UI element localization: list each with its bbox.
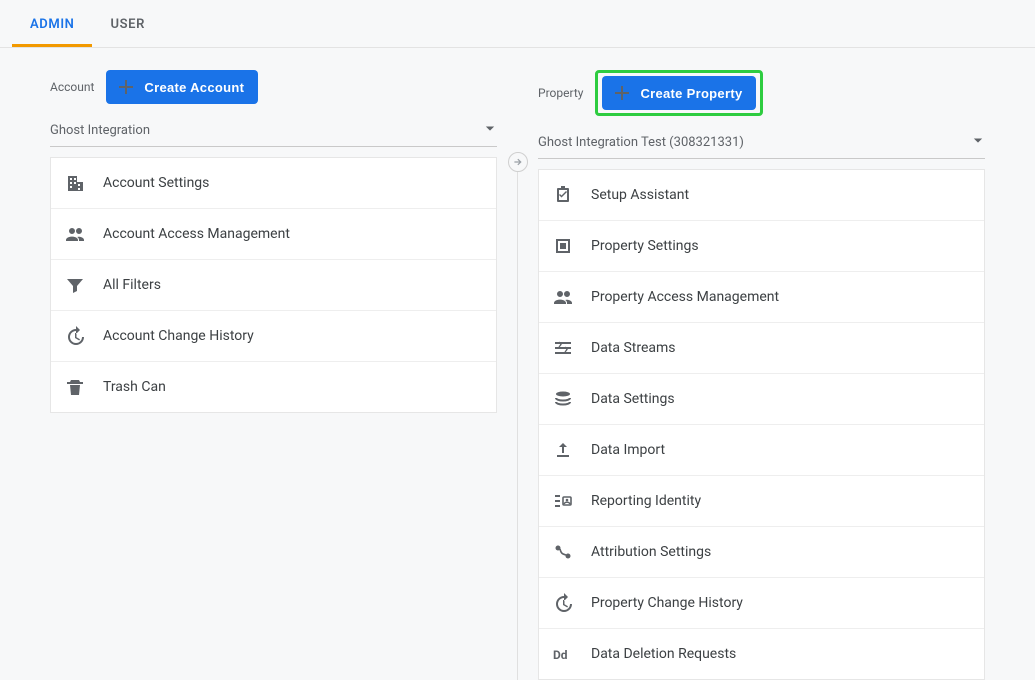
property-item[interactable]: Setup Assistant — [539, 169, 984, 220]
chevron-down-icon — [485, 122, 495, 138]
create-property-button[interactable]: Create Property — [602, 76, 756, 110]
account-item[interactable]: Trash Can — [51, 361, 496, 412]
property-item[interactable]: Property Access Management — [539, 271, 984, 322]
account-item[interactable]: Account Change History — [51, 310, 496, 361]
upload-icon — [553, 440, 573, 460]
plus-icon — [116, 77, 136, 97]
create-property-highlight: Create Property — [595, 70, 763, 116]
property-column: Property Create Property Ghost Integrati… — [538, 70, 985, 680]
account-selected: Ghost Integration — [50, 123, 150, 138]
settings-box-icon — [553, 236, 573, 256]
chevron-down-icon — [973, 134, 983, 150]
account-item[interactable]: Account Settings — [51, 157, 496, 208]
account-item-label: Account Change History — [103, 328, 254, 344]
property-item-label: Reporting Identity — [591, 493, 701, 509]
account-item-label: All Filters — [103, 277, 161, 293]
property-item-label: Data Settings — [591, 391, 675, 407]
assistant-icon — [553, 185, 573, 205]
account-column: Account Create Account Ghost Integration… — [50, 70, 497, 680]
tab-user[interactable]: USER — [92, 3, 162, 47]
filter-icon — [65, 275, 85, 295]
property-item[interactable]: Reporting Identity — [539, 475, 984, 526]
property-item-label: Data Import — [591, 442, 665, 458]
create-property-label: Create Property — [640, 86, 742, 101]
expand-button[interactable] — [508, 152, 528, 172]
account-item-label: Account Settings — [103, 175, 209, 191]
history-icon — [553, 593, 573, 613]
property-item-label: Data Streams — [591, 340, 676, 356]
property-item[interactable]: Data Settings — [539, 373, 984, 424]
property-item-label: Attribution Settings — [591, 544, 711, 560]
account-selector[interactable]: Ghost Integration — [50, 116, 497, 147]
create-account-button[interactable]: Create Account — [106, 70, 258, 104]
plus-icon — [612, 83, 632, 103]
account-label: Account — [50, 80, 94, 94]
property-item-label: Property Settings — [591, 238, 699, 254]
tab-admin[interactable]: ADMIN — [12, 3, 92, 47]
trash-icon — [65, 377, 85, 397]
tab-bar: ADMIN USER — [0, 0, 1035, 48]
dd-icon: Dd — [553, 644, 573, 664]
create-account-label: Create Account — [144, 80, 244, 95]
property-item[interactable]: Attribution Settings — [539, 526, 984, 577]
property-item[interactable]: Data Import — [539, 424, 984, 475]
property-item-label: Data Deletion Requests — [591, 646, 736, 662]
people-icon — [65, 224, 85, 244]
people-icon — [553, 287, 573, 307]
account-item[interactable]: All Filters — [51, 259, 496, 310]
streams-icon — [553, 338, 573, 358]
property-selected: Ghost Integration Test (308321331) — [538, 135, 744, 150]
property-list: Setup Assistant Property Settings Property… — [538, 169, 985, 680]
property-item-label: Setup Assistant — [591, 187, 689, 203]
svg-text:Dd: Dd — [553, 648, 568, 662]
building-icon — [65, 173, 85, 193]
property-item[interactable]: Dd Data Deletion Requests — [539, 628, 984, 679]
account-item[interactable]: Account Access Management — [51, 208, 496, 259]
account-item-label: Trash Can — [103, 379, 166, 395]
stack-icon — [553, 389, 573, 409]
attribution-icon — [553, 542, 573, 562]
property-item-label: Property Change History — [591, 595, 743, 611]
account-item-label: Account Access Management — [103, 226, 290, 242]
account-list: Account Settings Account Access Managemen… — [50, 157, 497, 413]
column-divider — [517, 160, 518, 680]
identity-icon — [553, 491, 573, 511]
property-item[interactable]: Property Settings — [539, 220, 984, 271]
property-item[interactable]: Data Streams — [539, 322, 984, 373]
property-item[interactable]: Property Change History — [539, 577, 984, 628]
property-item-label: Property Access Management — [591, 289, 779, 305]
property-label: Property — [538, 86, 583, 100]
history-icon — [65, 326, 85, 346]
property-selector[interactable]: Ghost Integration Test (308321331) — [538, 128, 985, 159]
